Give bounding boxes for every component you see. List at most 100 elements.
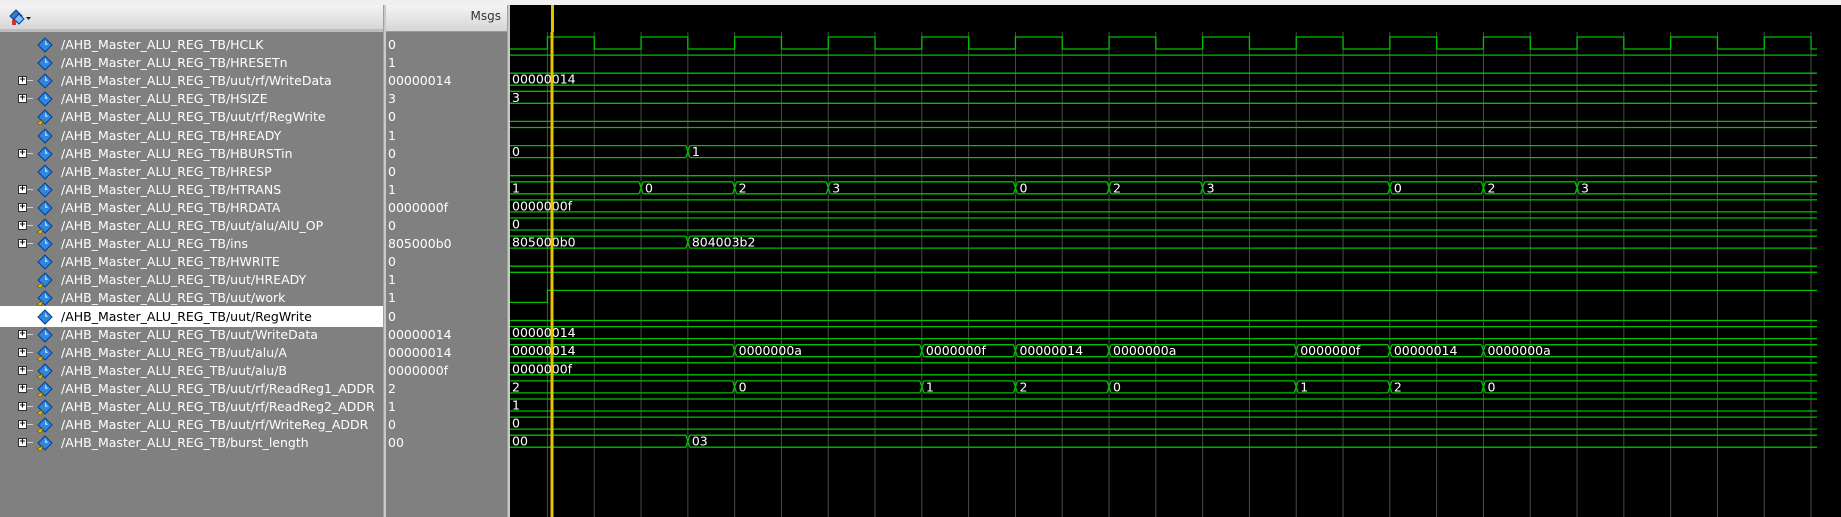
- tree-connector: [27, 406, 33, 407]
- bus-value-label: 805000b0: [512, 235, 576, 250]
- bus-wave-segment: [1017, 181, 1112, 195]
- bus-value-label: 00000014: [1019, 343, 1083, 358]
- expand-toggle-icon[interactable]: +: [18, 94, 27, 104]
- wave-row: 0: [510, 217, 1817, 232]
- bus-value-label: 0: [512, 416, 520, 431]
- bus-value-label: 0000000f: [512, 198, 573, 213]
- bus-value-label: 0: [1394, 180, 1402, 195]
- wave-row: 1: [510, 398, 1817, 413]
- bus-value-label: 0000000a: [739, 343, 802, 358]
- bus-value-label: 3: [1581, 180, 1589, 195]
- bus-value-label: 2: [739, 180, 747, 195]
- wave-row: [510, 36, 1817, 50]
- wave-row: 2 0 1 2 0 1 2 0: [510, 379, 1817, 394]
- bus-value-label: 0: [1019, 180, 1027, 195]
- signal-name: /AHB_Master_ALU_REG_TB/HRDATA: [61, 199, 281, 215]
- expand-toggle-icon[interactable]: +: [18, 420, 27, 430]
- bus-wave-segment: [1111, 181, 1206, 195]
- waveform-panel[interactable]: 00000014 3 0 1 1 0 2 3 0 2 3 0 2 3 0000000f 0 805000b0 80…: [510, 32, 1841, 517]
- expand-toggle-icon[interactable]: +: [18, 347, 27, 357]
- signal-value: 00: [388, 435, 404, 451]
- signal-arrow-diamond-icon: [36, 381, 54, 398]
- gridlines: [546, 32, 1812, 517]
- bus-value-label: 804003b2: [692, 235, 756, 250]
- signal-values-panel: 0 1 00000014 3 0 1 0 0 1 0000000f 0 805000b0 0 1 1 0 000…: [386, 32, 507, 517]
- bus-value-label: 0000000a: [1113, 343, 1176, 358]
- tree-connector: [27, 206, 33, 208]
- tree-connector: [27, 80, 33, 82]
- bus-value-label: 0000000f: [1300, 343, 1361, 358]
- bus-value-label: 00000014: [1394, 343, 1458, 358]
- tree-connector: [27, 333, 33, 335]
- tree-connector: [27, 442, 33, 444]
- bus-value-label: 2: [1113, 180, 1121, 195]
- bus-value-label: 0: [512, 144, 520, 159]
- expand-toggle-icon[interactable]: +: [18, 76, 27, 86]
- bus-wave-segment: [1579, 181, 1817, 195]
- bus-wave-segment: [510, 199, 1817, 213]
- waveform-vertical-scrollbar[interactable]: [1817, 32, 1841, 517]
- expand-toggle-icon[interactable]: +: [18, 148, 27, 158]
- signal-arrow-diamond-icon: [36, 344, 54, 362]
- bus-wave-segment: [923, 380, 1019, 394]
- expand-toggle-icon[interactable]: +: [18, 329, 27, 339]
- tree-connector: [27, 98, 33, 100]
- signal-name: /AHB_Master_ALU_REG_TB/HTRANS: [61, 181, 282, 197]
- bus-wave-segment: [1298, 380, 1393, 394]
- expand-toggle-icon[interactable]: +: [18, 202, 27, 212]
- signal-name: /AHB_Master_ALU_REG_TB/uut/rf/WriteData: [61, 73, 332, 89]
- signal-name: /AHB_Master_ALU_REG_TB/uut/alu/B: [61, 362, 287, 378]
- signal-name: /AHB_Master_ALU_REG_TB/ins: [61, 236, 249, 252]
- signal-name: /AHB_Master_ALU_REG_TB/burst_length: [61, 435, 309, 451]
- expand-toggle-icon[interactable]: +: [18, 221, 27, 230]
- wave-row: 0000000f: [510, 361, 1817, 376]
- bus-wave-segment: [643, 181, 738, 195]
- wave-signal-dropdown-icon[interactable]: [8, 9, 32, 27]
- signal-diamond-icon: [36, 326, 54, 343]
- bus-wave-segment: [510, 362, 1817, 376]
- expand-toggle-icon[interactable]: +: [18, 365, 27, 375]
- signal-arrow-diamond-icon: [36, 417, 54, 434]
- bus-wave-segment: [510, 181, 644, 195]
- signal-name: /AHB_Master_ALU_REG_TB/uut/RegWrite: [61, 308, 312, 324]
- expand-toggle-icon[interactable]: +: [18, 438, 27, 448]
- expand-toggle-icon[interactable]: +: [18, 239, 27, 249]
- signal-arrow-diamond-icon: [36, 272, 54, 289]
- expand-toggle-icon[interactable]: +: [18, 402, 27, 411]
- time-cursor-header[interactable]: [550, 5, 554, 32]
- msgs-header-label: Msgs: [470, 9, 501, 23]
- signal-name: /AHB_Master_ALU_REG_TB/uut/alu/AlU_OP: [61, 218, 324, 233]
- signal-diamond-icon: [36, 127, 54, 144]
- expand-toggle-icon[interactable]: +: [18, 184, 27, 194]
- bus-value-label: 0000000a: [1487, 343, 1550, 358]
- signal-name: /AHB_Master_ALU_REG_TB/uut/rf/RegWrite: [61, 109, 326, 125]
- signal-name: /AHB_Master_ALU_REG_TB/HCLK: [61, 37, 264, 52]
- time-cursor: [550, 32, 554, 517]
- bus-wave-segment: [736, 181, 831, 195]
- tree-connector: [27, 243, 33, 245]
- bus-wave-segment: [1485, 181, 1580, 195]
- tree-connector: [27, 225, 33, 226]
- signal-row[interactable]: + /AHB_Master_ALU_REG_TB/burst_length: [0, 432, 383, 453]
- signal-diamond-icon: [36, 308, 54, 325]
- wave-row: 0: [510, 416, 1817, 431]
- tree-connector: [27, 424, 33, 426]
- signal-diamond-icon: [36, 37, 54, 53]
- wave-row: [510, 289, 1817, 304]
- signal-arrow-diamond-icon: [36, 363, 54, 380]
- waveform-canvas[interactable]: 0000001430 11 0 2 3 0 2 3 0 2 30000000f0805000b0 80…: [510, 32, 1817, 517]
- bus-wave-segment: [510, 72, 1817, 86]
- wave-row: 3: [510, 90, 1817, 105]
- signal-arrow-diamond-icon: [36, 399, 54, 416]
- bus-value-label: 0: [512, 217, 520, 232]
- wave-toolbar: [0, 5, 383, 30]
- expand-toggle-icon[interactable]: +: [18, 383, 27, 393]
- bus-value-label: 0000000f: [512, 361, 573, 376]
- signal-diamond-icon: [36, 182, 54, 198]
- wave-row: 1 0 2 3 0 2 3 0 2 3: [510, 180, 1817, 195]
- bus-value-label: 3: [1207, 180, 1215, 195]
- signal-name: /AHB_Master_ALU_REG_TB/HWRITE: [61, 254, 280, 270]
- signal-arrow-diamond-icon: [36, 109, 54, 126]
- signal-name: /AHB_Master_ALU_REG_TB/HSIZE: [61, 91, 268, 107]
- bus-wave-segment: [1017, 380, 1112, 394]
